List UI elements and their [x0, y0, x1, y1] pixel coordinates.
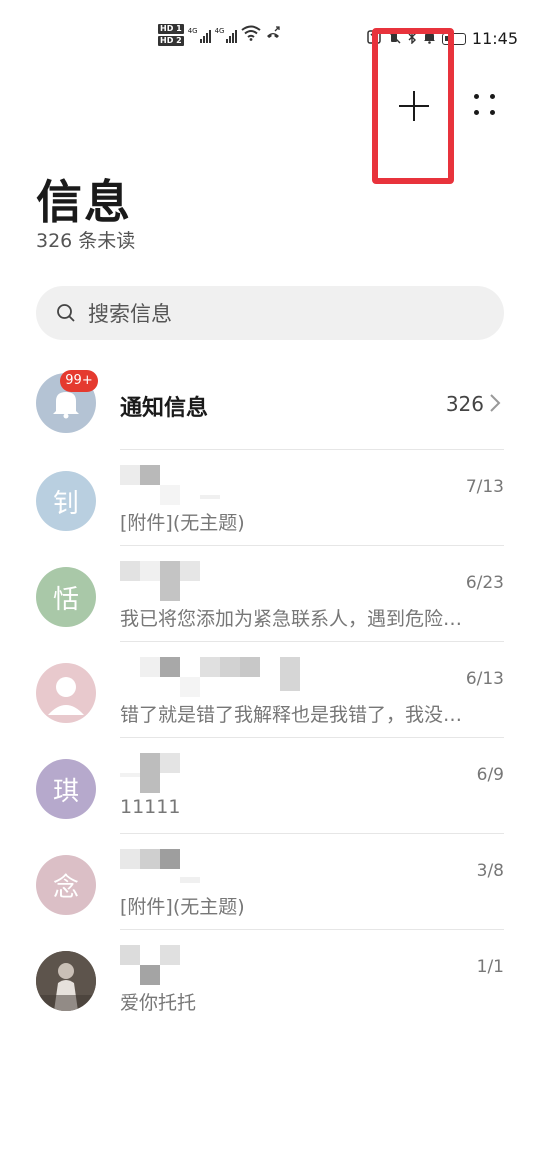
divider — [120, 929, 504, 930]
contact-avatar: 琪 — [36, 759, 96, 819]
message-preview: 错了就是错了我解释也是我错了，我没… — [120, 704, 463, 726]
contact-photo-avatar — [36, 951, 96, 1011]
conversation-item[interactable]: 琪 6/9 11111 — [0, 737, 540, 833]
signal-icon-1: 4G — [188, 27, 211, 43]
contact-name-redacted — [120, 945, 180, 985]
unread-count: 326 条未读 — [36, 230, 136, 252]
divider — [120, 449, 504, 450]
message-date: 7/13 — [465, 477, 504, 497]
status-time: 11:45 — [471, 29, 518, 48]
page-title: 信息 — [36, 175, 132, 229]
highlight-box — [372, 28, 454, 184]
contact-avatar: 恬 — [36, 567, 96, 627]
call-forward-icon — [265, 25, 281, 45]
notification-row[interactable]: 99+ 通知信息 326 — [0, 370, 540, 440]
conversation-item[interactable]: 钊 7/13 [附件](无主题) — [0, 449, 540, 545]
more-icon — [474, 94, 479, 99]
contact-name-redacted — [120, 849, 200, 889]
status-bar: HD 1 HD 2 4G 4G 11:45 — [0, 0, 540, 80]
conversation-item[interactable]: 恬 6/23 我已将您添加为紧急联系人，遇到危险… — [0, 545, 540, 641]
person-icon — [48, 677, 84, 715]
notification-count: 326 — [445, 392, 484, 416]
chevron-right-icon — [490, 394, 501, 412]
message-preview: 11111 — [120, 796, 181, 818]
search-input[interactable]: 搜索信息 — [36, 286, 504, 340]
network-label-2: 4G — [214, 27, 225, 35]
message-preview: 我已将您添加为紧急联系人，遇到危险… — [120, 608, 463, 630]
conversation-item[interactable]: 1/1 爱你托托 — [0, 929, 540, 1025]
signal-icon-2: 4G — [215, 27, 238, 43]
message-preview: [附件](无主题) — [120, 512, 245, 534]
divider — [120, 641, 504, 642]
conversation-item[interactable]: 念 3/8 [附件](无主题) — [0, 833, 540, 929]
message-date: 6/13 — [465, 669, 504, 689]
conversation-item[interactable]: 6/13 错了就是错了我解释也是我错了，我没… — [0, 641, 540, 737]
contact-avatar: 钊 — [36, 471, 96, 531]
search-placeholder: 搜索信息 — [88, 302, 172, 326]
hd2-icon: HD 2 — [158, 36, 184, 46]
contact-name-redacted — [120, 657, 300, 697]
message-preview: 爱你托托 — [120, 992, 197, 1014]
contact-name-redacted — [120, 465, 220, 505]
message-date: 6/9 — [476, 765, 504, 785]
divider — [120, 737, 504, 738]
message-preview: [附件](无主题) — [120, 896, 245, 918]
notification-title: 通知信息 — [120, 396, 209, 421]
hd-icons: HD 1 HD 2 — [158, 24, 184, 46]
hd1-icon: HD 1 — [158, 24, 184, 34]
message-date: 1/1 — [476, 957, 504, 977]
message-date: 6/23 — [465, 573, 504, 593]
search-icon — [57, 304, 75, 322]
wifi-icon — [241, 25, 262, 45]
contact-avatar — [36, 663, 96, 723]
contact-avatar: 念 — [36, 855, 96, 915]
more-button[interactable] — [470, 88, 502, 124]
network-label-1: 4G — [187, 27, 198, 35]
divider — [120, 833, 504, 834]
contact-name-redacted — [120, 561, 200, 601]
contact-name-redacted — [120, 753, 180, 793]
photo-thumbnail — [36, 951, 96, 1011]
divider — [120, 545, 504, 546]
status-left: HD 1 HD 2 4G 4G — [158, 24, 281, 46]
message-date: 3/8 — [476, 861, 504, 881]
unread-badge: 99+ — [60, 370, 98, 392]
